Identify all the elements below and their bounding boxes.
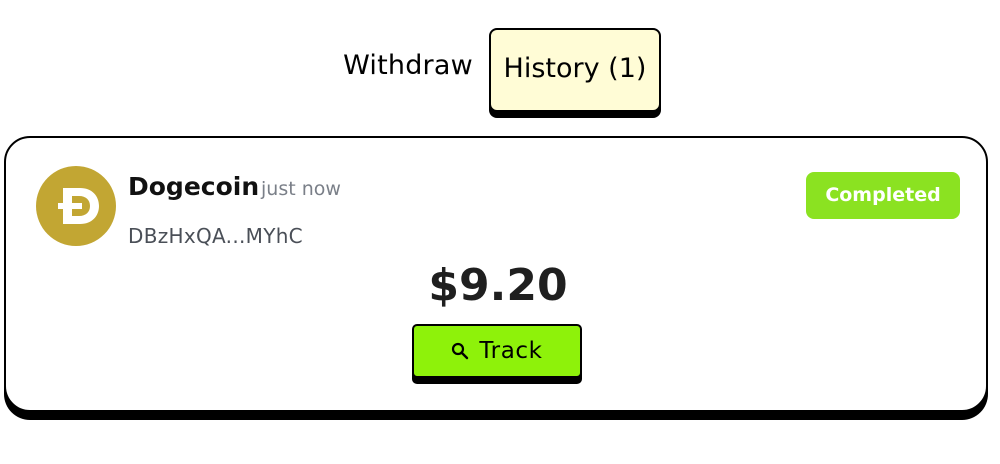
search-icon — [451, 342, 469, 360]
track-button[interactable]: Track — [412, 324, 582, 378]
wallet-address: DBzHxQA...MYhC — [128, 224, 303, 248]
transaction-card: Dogecoin just now DBzHxQA...MYhC Complet… — [4, 136, 988, 412]
transaction-amount: $9.20 — [428, 260, 568, 311]
tab-bar: Withdraw History (1) — [0, 0, 1000, 120]
tab-history[interactable]: History (1) — [489, 28, 661, 112]
coin-name: Dogecoin — [128, 172, 260, 201]
transaction-time: just now — [261, 178, 341, 200]
track-label: Track — [479, 338, 543, 364]
status-badge: Completed — [806, 172, 960, 219]
dogecoin-icon — [36, 166, 116, 246]
tab-withdraw[interactable]: Withdraw — [333, 44, 483, 88]
